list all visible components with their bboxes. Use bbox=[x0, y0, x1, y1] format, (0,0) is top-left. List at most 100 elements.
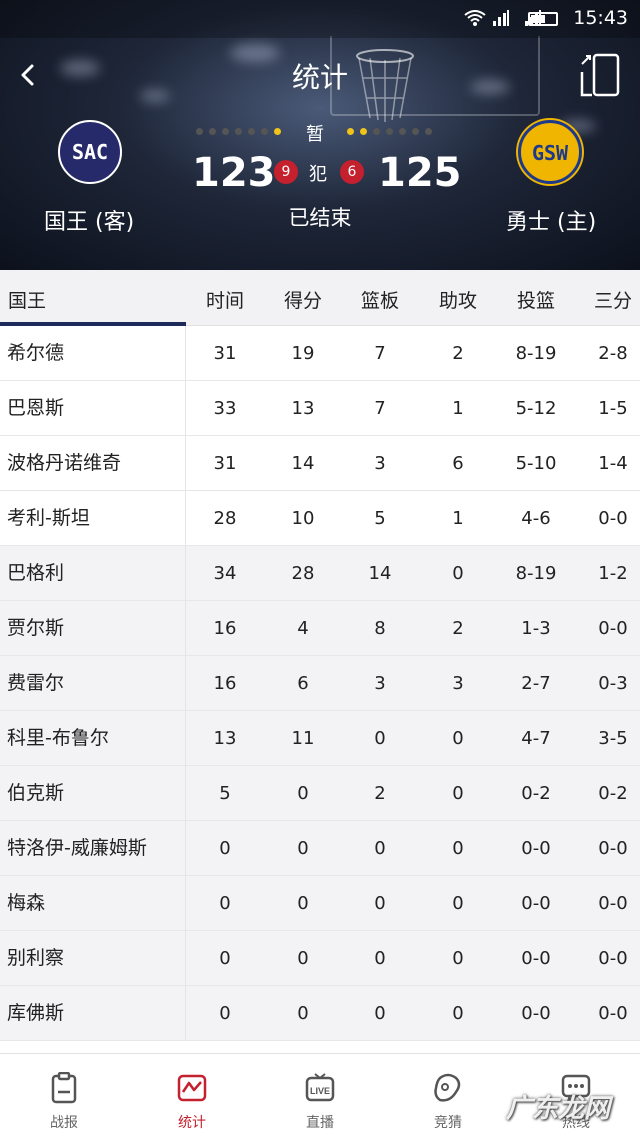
stat-minutes: 16 bbox=[213, 618, 237, 639]
stat-rebounds: 5 bbox=[374, 508, 386, 529]
player-name[interactable]: 波格丹诺维奇 bbox=[0, 436, 186, 491]
stat-field-goals: 0-0 bbox=[521, 948, 551, 969]
stat-field-goals: 0-2 bbox=[521, 783, 551, 804]
stat-three-pointers: 0-0 bbox=[598, 948, 628, 969]
stat-assists: 0 bbox=[452, 948, 464, 969]
column-header-rebounds[interactable]: 篮板 bbox=[345, 286, 415, 313]
stat-points: 14 bbox=[291, 453, 315, 474]
fouls-label: 犯 bbox=[309, 164, 327, 185]
timeout-dot bbox=[360, 128, 367, 135]
nav-report[interactable]: 战报 bbox=[0, 1054, 128, 1138]
stat-minutes: 5 bbox=[219, 783, 231, 804]
table-row[interactable]: 巴格利 34 28 14 0 8-19 1-2 bbox=[0, 546, 640, 601]
stat-three-pointers: 0-2 bbox=[598, 783, 628, 804]
table-row[interactable]: 费雷尔 16 6 3 3 2-7 0-3 bbox=[0, 656, 640, 711]
player-name[interactable]: 梅森 bbox=[0, 876, 186, 931]
stat-minutes: 31 bbox=[213, 343, 237, 364]
home-fouls-badge: 6 bbox=[340, 160, 364, 184]
table-row[interactable]: 巴恩斯 33 13 7 1 5-12 1-5 bbox=[0, 381, 640, 436]
tab-team-kings[interactable]: 国王 bbox=[0, 270, 186, 326]
page-title: 统计 bbox=[291, 61, 348, 94]
team-tab-label: 国王 bbox=[8, 290, 47, 312]
column-header-minutes[interactable]: 时间 bbox=[190, 286, 260, 313]
player-name[interactable]: 巴恩斯 bbox=[0, 381, 186, 436]
stat-three-pointers: 0-0 bbox=[598, 1003, 628, 1024]
timeout-dot bbox=[386, 128, 393, 135]
player-name[interactable]: 考利-斯坦 bbox=[0, 491, 186, 546]
table-row[interactable]: 贾尔斯 16 4 8 2 1-3 0-0 bbox=[0, 601, 640, 656]
stat-points: 0 bbox=[297, 893, 309, 914]
stat-three-pointers: 2-8 bbox=[598, 343, 628, 364]
table-row[interactable]: 别利察 0 0 0 0 0-0 0-0 bbox=[0, 931, 640, 986]
wifi-icon bbox=[464, 10, 486, 26]
timeout-dot bbox=[399, 128, 406, 135]
stat-points: 0 bbox=[297, 1003, 309, 1024]
timeout-dot bbox=[425, 128, 432, 135]
stat-minutes: 0 bbox=[219, 948, 231, 969]
stat-three-pointers: 1-4 bbox=[598, 453, 628, 474]
timeout-dot bbox=[373, 128, 380, 135]
stat-minutes: 33 bbox=[213, 398, 237, 419]
stat-minutes: 13 bbox=[213, 728, 237, 749]
away-fouls-badge: 9 bbox=[274, 160, 298, 184]
table-row[interactable]: 库佛斯 0 0 0 0 0-0 0-0 bbox=[0, 986, 640, 1041]
live-icon: LIVE bbox=[305, 1073, 335, 1102]
stat-rebounds: 14 bbox=[368, 563, 392, 584]
player-name[interactable]: 伯克斯 bbox=[0, 766, 186, 821]
stat-field-goals: 5-12 bbox=[515, 398, 557, 419]
stat-three-pointers: 0-0 bbox=[598, 508, 628, 529]
nav-stats[interactable]: 统计 bbox=[128, 1054, 256, 1138]
stat-rebounds: 0 bbox=[374, 728, 386, 749]
table-row[interactable]: 希尔德 31 19 7 2 8-19 2-8 bbox=[0, 326, 640, 381]
away-team-logo[interactable]: SAC bbox=[58, 120, 122, 184]
table-row[interactable]: 考利-斯坦 28 10 5 1 4-6 0-0 bbox=[0, 491, 640, 546]
home-team-logo[interactable]: GSW bbox=[518, 120, 582, 184]
player-name[interactable]: 希尔德 bbox=[0, 326, 186, 381]
nav-label: 统计 bbox=[178, 1115, 206, 1131]
nav-guess[interactable]: 竞猜 bbox=[384, 1054, 512, 1138]
player-name[interactable]: 别利察 bbox=[0, 931, 186, 986]
stat-rebounds: 0 bbox=[374, 948, 386, 969]
table-row[interactable]: 波格丹诺维奇 31 14 3 6 5-10 1-4 bbox=[0, 436, 640, 491]
game-header: 15:43 统计 SAC GSW 国王 (客) 勇士 (主) 暂 123 9 犯… bbox=[0, 0, 640, 270]
table-row[interactable]: 伯克斯 5 0 2 0 0-2 0-2 bbox=[0, 766, 640, 821]
column-header-points[interactable]: 得分 bbox=[268, 286, 338, 313]
rotate-screen-icon[interactable] bbox=[578, 52, 622, 98]
stat-rebounds: 2 bbox=[374, 783, 386, 804]
nav-live[interactable]: LIVE 直播 bbox=[256, 1054, 384, 1138]
column-header-field-goals[interactable]: 投篮 bbox=[501, 286, 571, 313]
stat-points: 28 bbox=[291, 563, 315, 584]
nav-label: 直播 bbox=[306, 1115, 334, 1131]
stat-rebounds: 3 bbox=[374, 673, 386, 694]
table-row[interactable]: 科里-布鲁尔 13 11 0 0 4-7 3-5 bbox=[0, 711, 640, 766]
stat-rebounds: 3 bbox=[374, 453, 386, 474]
player-name[interactable]: 费雷尔 bbox=[0, 656, 186, 711]
player-name[interactable]: 特洛伊-威廉姆斯 bbox=[0, 821, 186, 876]
column-header-three-pointers[interactable]: 三分 bbox=[578, 286, 640, 313]
stat-assists: 0 bbox=[452, 1003, 464, 1024]
stat-three-pointers: 0-0 bbox=[598, 618, 628, 639]
player-name[interactable]: 巴格利 bbox=[0, 546, 186, 601]
timeout-dot bbox=[196, 128, 203, 135]
timeout-dot bbox=[235, 128, 242, 135]
player-name[interactable]: 库佛斯 bbox=[0, 986, 186, 1041]
player-name[interactable]: 科里-布鲁尔 bbox=[0, 711, 186, 766]
column-header-assists[interactable]: 助攻 bbox=[423, 286, 493, 313]
table-row[interactable]: 梅森 0 0 0 0 0-0 0-0 bbox=[0, 876, 640, 931]
stat-rebounds: 0 bbox=[374, 1003, 386, 1024]
stat-assists: 1 bbox=[452, 398, 464, 419]
stat-assists: 2 bbox=[452, 343, 464, 364]
stat-three-pointers: 0-3 bbox=[598, 673, 628, 694]
nav-label: 战报 bbox=[50, 1115, 78, 1131]
home-timeouts-indicator bbox=[347, 128, 438, 138]
box-score-table[interactable]: 国王 时间 得分 篮板 助攻 投篮 三分 希尔德 31 19 7 2 8-19 2-8 巴恩斯… bbox=[0, 270, 640, 1053]
stat-minutes: 31 bbox=[213, 453, 237, 474]
timeout-dot bbox=[274, 128, 281, 135]
game-status: 已结束 bbox=[288, 206, 352, 230]
player-name[interactable]: 贾尔斯 bbox=[0, 601, 186, 656]
table-row[interactable]: 特洛伊-威廉姆斯 0 0 0 0 0-0 0-0 bbox=[0, 821, 640, 876]
stat-points: 13 bbox=[291, 398, 315, 419]
stat-minutes: 34 bbox=[213, 563, 237, 584]
stat-minutes: 16 bbox=[213, 673, 237, 694]
timeout-label: 暂 bbox=[306, 124, 324, 145]
